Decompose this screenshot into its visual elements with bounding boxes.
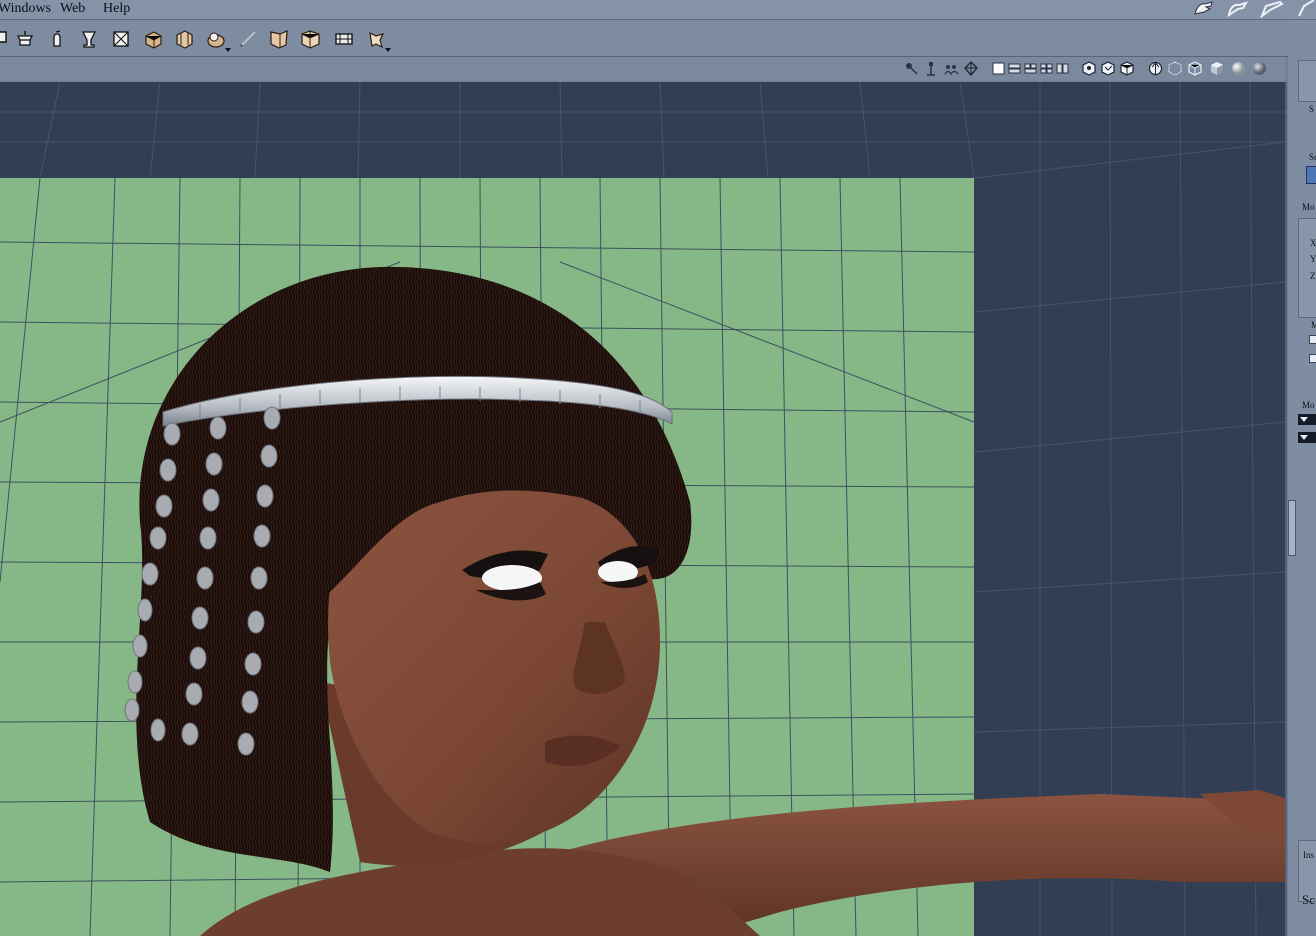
light-guide-icon[interactable] — [904, 61, 919, 76]
selected-item-button[interactable] — [1306, 166, 1316, 184]
fold-double-icon[interactable] — [300, 28, 322, 50]
menu-bar: Windows Web Help — [0, 0, 1316, 20]
twist-icon[interactable] — [365, 28, 391, 52]
menu-windows[interactable]: Windows — [0, 1, 51, 17]
document-viewport[interactable] — [0, 82, 1287, 936]
frame-icon[interactable] — [110, 28, 132, 50]
scene-render — [0, 82, 1285, 936]
crowd-icon[interactable] — [944, 61, 959, 76]
single-view-icon[interactable] — [991, 61, 1006, 76]
label-ins: Ins — [1303, 850, 1314, 860]
checkbox-1[interactable] — [1309, 335, 1316, 344]
label-s: S — [1309, 104, 1315, 114]
rotate-icon[interactable] — [46, 28, 68, 50]
taper-icon[interactable] — [78, 28, 100, 50]
silhouette-render-icon[interactable] — [1082, 61, 1097, 76]
menu-help[interactable]: Help — [103, 1, 130, 17]
label-z: Z — [1310, 271, 1316, 281]
label-mo-2: Mo — [1302, 400, 1315, 410]
label-y: Y — [1310, 254, 1316, 264]
texture-shaded-icon[interactable] — [1252, 61, 1267, 76]
figure-guide-icon[interactable] — [924, 61, 939, 76]
menu-web[interactable]: Web — [60, 1, 85, 17]
checkbox-2[interactable] — [1309, 354, 1316, 363]
tool-bar — [0, 20, 1290, 57]
wireframe-render-icon[interactable] — [1168, 61, 1183, 76]
expand-section-2[interactable] — [1298, 432, 1316, 443]
label-x: X — [1310, 238, 1316, 248]
four-view-icon[interactable] — [1039, 61, 1054, 76]
morph-box-icon[interactable] — [142, 28, 164, 50]
scale-icon[interactable] — [14, 28, 36, 50]
right-palette: S Sc Mo X Y Z M Mo Ins Sc — [1288, 20, 1316, 936]
panel-box-transform — [1298, 218, 1316, 318]
label-sc: Sc — [1309, 152, 1316, 162]
outline-render-icon[interactable] — [1101, 61, 1116, 76]
split-view-icon[interactable] — [1055, 61, 1070, 76]
paint-brush-icon[interactable] — [237, 28, 259, 50]
label-mo: Mo — [1302, 202, 1315, 212]
expand-section-1[interactable] — [1298, 414, 1316, 425]
three-view-icon[interactable] — [1023, 61, 1038, 76]
flat-shaded-icon[interactable] — [1210, 61, 1225, 76]
smooth-shaded-icon[interactable] — [1231, 61, 1246, 76]
panel-box-top — [1298, 60, 1316, 102]
group-box-icon[interactable] — [173, 28, 195, 50]
hidden-line-render-icon[interactable] — [1120, 61, 1135, 76]
wireframe-figure-icon[interactable] — [964, 61, 979, 76]
lit-wireframe-icon[interactable] — [1148, 61, 1163, 76]
translate-icon[interactable] — [0, 28, 14, 50]
view-magnifier-icon[interactable] — [205, 28, 231, 52]
panel-splitter[interactable] — [1288, 500, 1296, 556]
label-sc-2: Sc — [1302, 892, 1315, 907]
viewport-controls — [0, 57, 1286, 81]
two-view-icon[interactable] — [1007, 61, 1022, 76]
camera-dolly-icon[interactable] — [333, 28, 355, 50]
cartoon-render-icon[interactable] — [1188, 61, 1203, 76]
label-m: M — [1311, 320, 1316, 330]
fold-icon[interactable] — [268, 28, 290, 50]
